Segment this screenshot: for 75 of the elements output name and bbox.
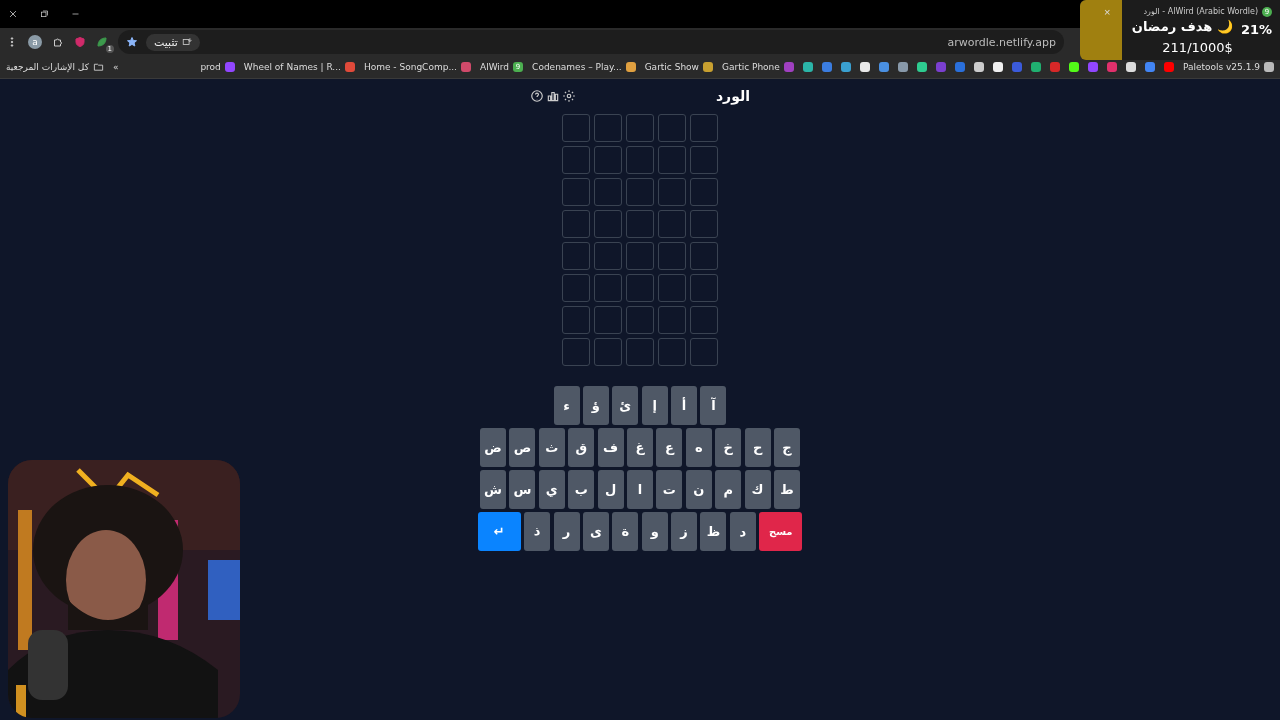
chart-icon[interactable] bbox=[546, 89, 560, 103]
letter-key[interactable]: ط bbox=[773, 470, 800, 509]
letter-key[interactable]: ي bbox=[538, 470, 565, 509]
delete-key[interactable]: مسح bbox=[759, 512, 803, 551]
letter-key[interactable]: ئ bbox=[612, 386, 639, 425]
letter-key[interactable]: ش bbox=[480, 470, 507, 509]
letter-key[interactable]: ن bbox=[685, 470, 712, 509]
bookmark-icon[interactable] bbox=[992, 62, 1003, 72]
letter-key[interactable]: خ bbox=[715, 428, 742, 467]
letter-key[interactable]: غ bbox=[627, 428, 653, 467]
letter-key[interactable]: ة bbox=[612, 512, 639, 551]
letter-key[interactable]: ف bbox=[597, 428, 624, 467]
star-icon[interactable] bbox=[126, 36, 138, 48]
letter-key[interactable]: ت bbox=[656, 470, 683, 509]
letter-key[interactable]: أ bbox=[671, 386, 698, 425]
letter-key[interactable]: ظ bbox=[700, 512, 727, 551]
letter-key[interactable]: م bbox=[715, 470, 742, 509]
bookmark-link[interactable]: Gartic Show bbox=[644, 62, 699, 72]
bookmark-icon[interactable] bbox=[859, 62, 870, 72]
letter-key[interactable]: آ bbox=[700, 386, 727, 425]
bookmark-icon[interactable] bbox=[702, 62, 713, 72]
letter-key[interactable]: ذ bbox=[524, 512, 551, 551]
folder-icon bbox=[92, 61, 104, 73]
letter-key[interactable]: ك bbox=[744, 470, 771, 509]
letter-key[interactable]: ر bbox=[553, 512, 580, 551]
letter-key[interactable]: ه bbox=[685, 428, 712, 467]
enter-key[interactable]: ↵ bbox=[477, 512, 521, 551]
letter-key[interactable]: ب bbox=[568, 470, 595, 509]
bookmark-link[interactable]: Wheel of Names | R... bbox=[243, 62, 341, 72]
bookmark-icon[interactable] bbox=[802, 62, 813, 72]
bookmark-link[interactable]: Paletools v25.1.9 bbox=[1182, 62, 1260, 72]
bookmark-icon[interactable] bbox=[916, 62, 927, 72]
goal-title: هدف رمضان 🌙 bbox=[1131, 19, 1233, 37]
bookmark-link[interactable]: AlWird bbox=[479, 62, 510, 72]
letter-key[interactable]: ص bbox=[509, 428, 536, 467]
install-button[interactable]: تثبيت bbox=[146, 33, 200, 51]
settings-icon[interactable] bbox=[562, 89, 576, 103]
game-title: الورد bbox=[715, 88, 750, 104]
bookmark-icon[interactable] bbox=[973, 62, 984, 72]
letter-key[interactable]: ج bbox=[773, 428, 800, 467]
bookmark-link[interactable]: prod bbox=[200, 62, 221, 72]
bookmark-link[interactable]: Home - SongComp... bbox=[363, 62, 457, 72]
letter-key[interactable]: ء bbox=[553, 386, 580, 425]
letter-key[interactable]: ق bbox=[568, 428, 595, 467]
bookmark-icon[interactable] bbox=[1030, 62, 1041, 72]
bookmark-icon[interactable] bbox=[1068, 62, 1079, 72]
bookmark-icon[interactable] bbox=[1264, 62, 1274, 72]
letter-key[interactable]: ؤ bbox=[582, 386, 609, 425]
letter-key[interactable]: و bbox=[641, 512, 668, 551]
letter-key[interactable]: ى bbox=[582, 512, 609, 551]
leaf-icon[interactable] bbox=[96, 36, 108, 48]
letter-key[interactable]: ز bbox=[671, 512, 698, 551]
bookmark-icon[interactable] bbox=[625, 62, 636, 72]
goal-percent: 21% bbox=[1240, 22, 1272, 37]
close-icon[interactable] bbox=[8, 8, 18, 20]
url-text[interactable]: arwordle.netlify.app bbox=[947, 35, 1056, 49]
letter-key[interactable]: ل bbox=[597, 470, 624, 509]
letter-key[interactable]: ض bbox=[480, 428, 507, 467]
letter-key[interactable]: إ bbox=[641, 386, 668, 425]
restore-icon[interactable] bbox=[40, 8, 49, 20]
letter-key[interactable]: ا bbox=[627, 470, 653, 509]
letter-key[interactable]: س bbox=[509, 470, 536, 509]
letter-key[interactable]: ح bbox=[744, 428, 771, 467]
bookmark-link[interactable]: Gartic Phone bbox=[721, 62, 780, 72]
shield-icon[interactable] bbox=[74, 36, 86, 48]
bookmarks-overflow[interactable]: » bbox=[112, 62, 119, 72]
letter-key[interactable]: د bbox=[729, 512, 756, 551]
install-icon bbox=[181, 36, 192, 48]
goal-amount: 211/1000$ bbox=[1162, 39, 1233, 57]
letter-key[interactable]: ع bbox=[656, 428, 683, 467]
letter-key[interactable]: ث bbox=[538, 428, 565, 467]
help-icon[interactable] bbox=[530, 89, 544, 103]
bookmark-link[interactable]: Codenames – Play... bbox=[532, 62, 622, 72]
bookmark-icon[interactable] bbox=[1125, 62, 1136, 72]
all-bookmarks[interactable]: كل الإشارات المرجعية bbox=[6, 61, 104, 73]
